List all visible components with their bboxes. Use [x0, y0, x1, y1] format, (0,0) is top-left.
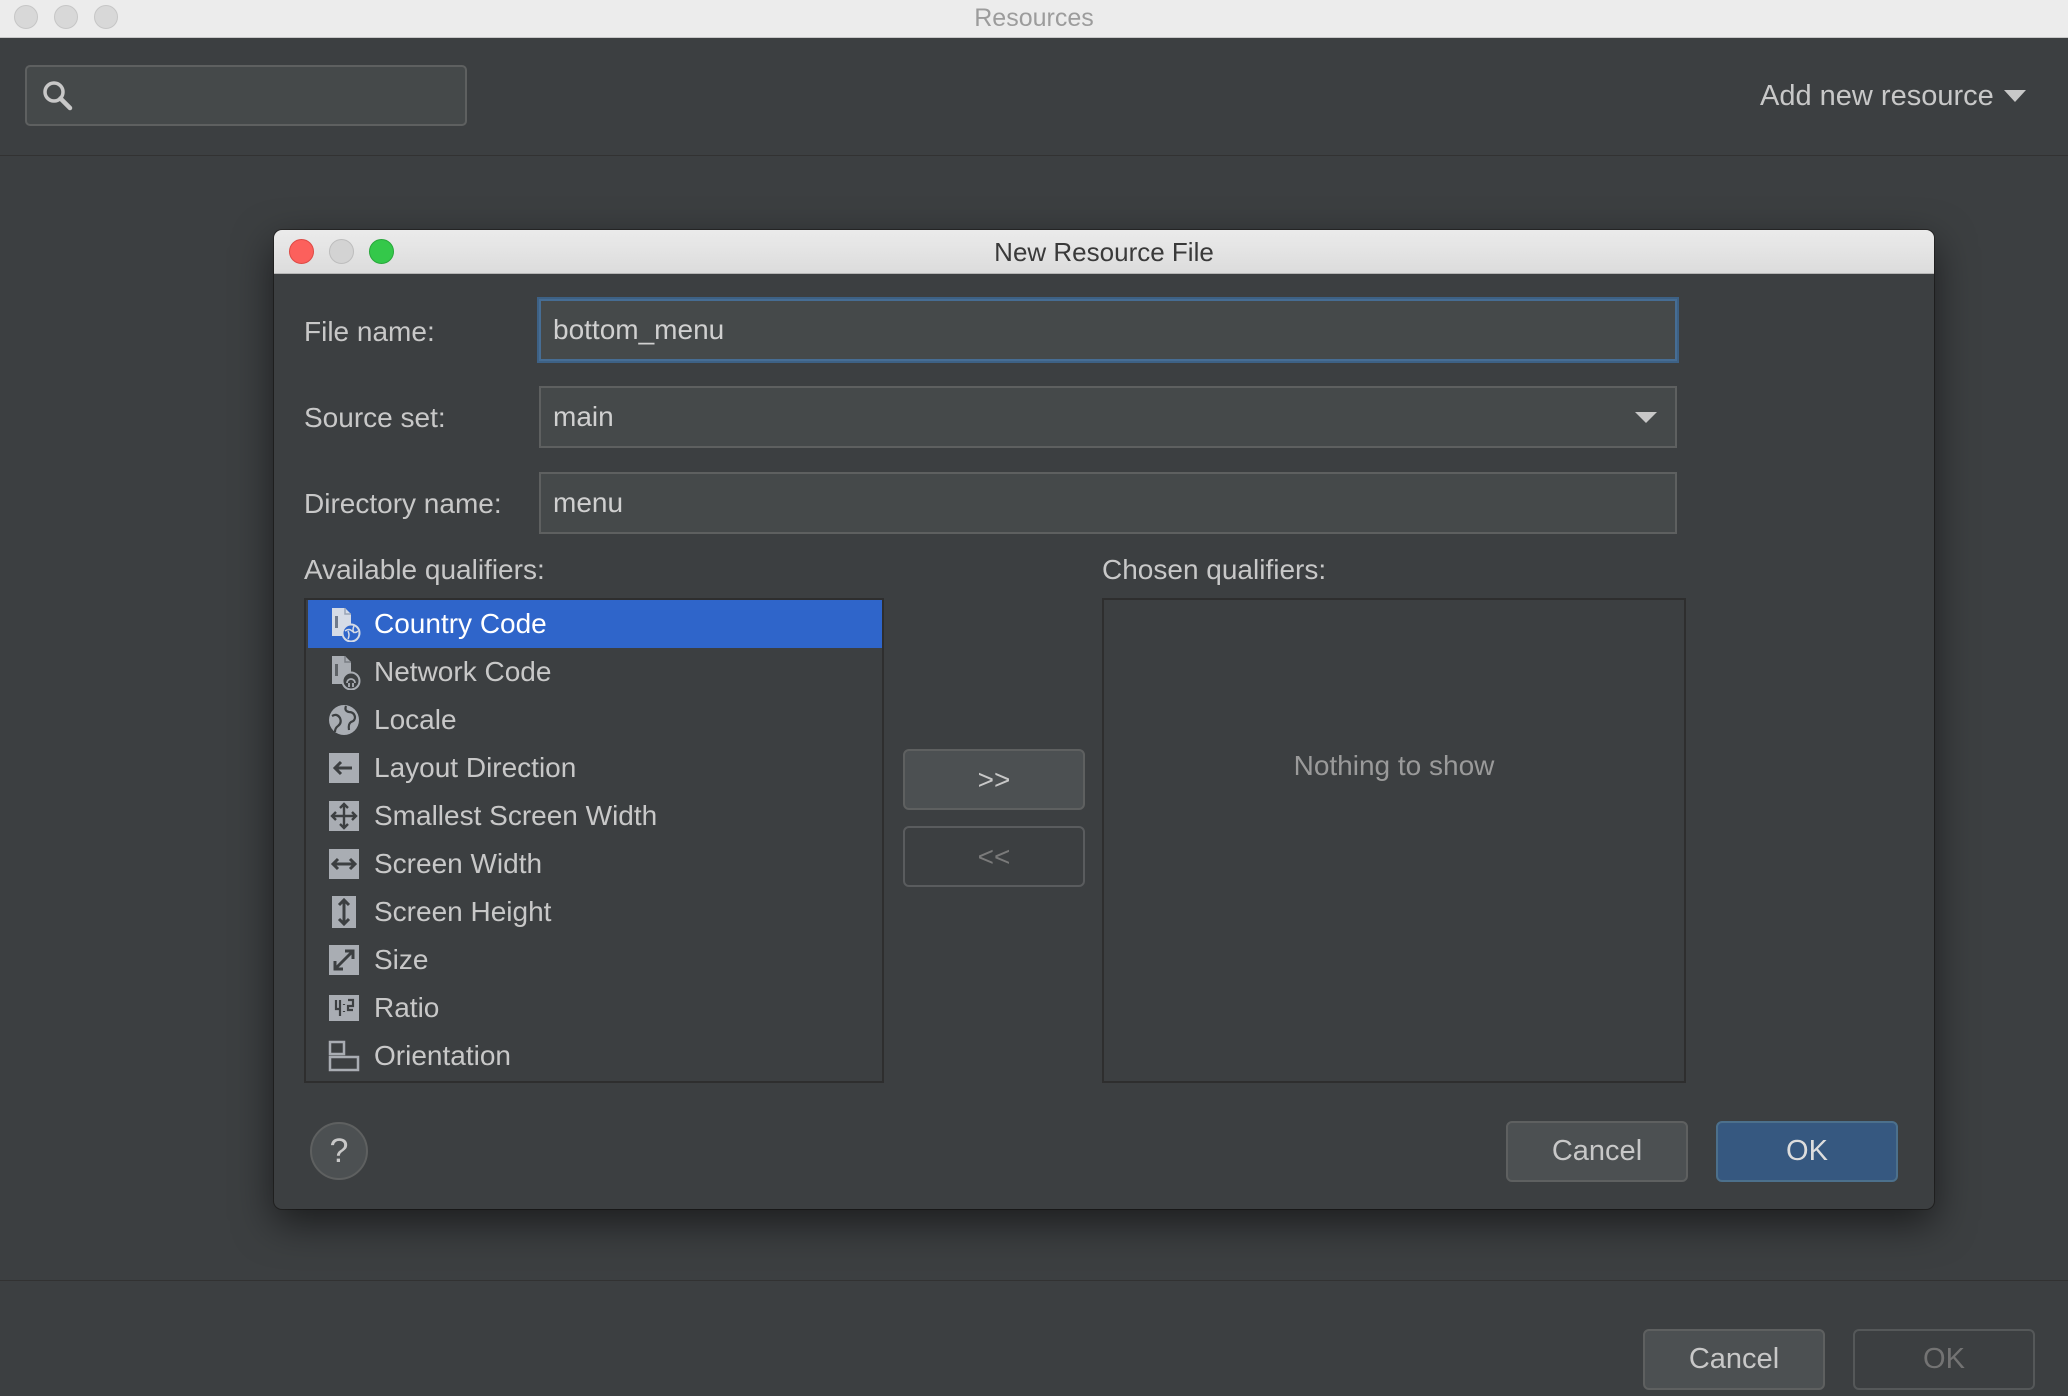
resources-footer: Cancel OK	[0, 1280, 2068, 1396]
list-item-country-code[interactable]: Country Code	[308, 600, 882, 648]
file-name-label: File name:	[304, 316, 435, 347]
list-item-label: Country Code	[374, 608, 547, 639]
list-item-label: Locale	[374, 704, 457, 735]
list-item-label: Layout Direction	[374, 752, 577, 783]
list-item-network-code[interactable]: Network Code	[308, 648, 882, 696]
chevron-down-icon	[2003, 90, 2026, 102]
add-new-resource-label: Add new resource	[1760, 80, 1994, 112]
chosen-qualifiers-list[interactable]: Nothing to show	[1102, 598, 1686, 1083]
list-item-label: Smallest Screen Width	[374, 800, 658, 831]
orientation-icon	[328, 1040, 360, 1072]
layout-direction-icon	[329, 753, 359, 783]
list-item-smallest-screen-width[interactable]: Smallest Screen Width	[308, 792, 882, 840]
directory-name-label: Directory name:	[304, 488, 502, 519]
available-qualifiers-list[interactable]: Country Code Network Code Locale Layout …	[304, 598, 884, 1083]
search-box[interactable]	[25, 65, 467, 126]
add-new-resource-button[interactable]: Add new resource	[1760, 76, 2026, 116]
smallest-width-icon	[329, 801, 359, 831]
window-title: Resources	[974, 4, 1094, 32]
remove-qualifier-button[interactable]: <<	[903, 826, 1085, 887]
list-item-label: Screen Height	[374, 896, 552, 927]
ratio-icon	[329, 995, 359, 1021]
dialog-ok-button[interactable]: OK	[1716, 1121, 1898, 1182]
size-icon	[329, 945, 359, 975]
directory-name-field[interactable]: menu	[539, 472, 1677, 534]
resources-cancel-button[interactable]: Cancel	[1643, 1329, 1825, 1390]
chevron-down-icon	[1635, 412, 1657, 423]
globe-icon	[329, 705, 359, 735]
list-item-label: Orientation	[374, 1040, 511, 1071]
dialog-titlebar: New Resource File	[274, 230, 1934, 274]
dialog-cancel-button[interactable]: Cancel	[1506, 1121, 1688, 1182]
list-item-ratio[interactable]: Ratio	[308, 984, 882, 1032]
source-set-label: Source set:	[304, 402, 446, 433]
screen-width-icon	[329, 849, 359, 879]
window-titlebar: Resources	[0, 0, 2068, 38]
chosen-qualifiers-label: Chosen qualifiers:	[1102, 554, 1327, 585]
list-item-screen-height[interactable]: Screen Height	[308, 888, 882, 936]
list-item-label: Screen Width	[374, 848, 543, 879]
screen-height-icon	[332, 896, 356, 928]
directory-name-value: menu	[553, 487, 624, 518]
resources-ok-button[interactable]: OK	[1853, 1329, 2035, 1390]
help-button[interactable]: ?	[310, 1122, 368, 1180]
list-item-orientation[interactable]: Orientation	[308, 1032, 882, 1080]
file-name-value: bottom_menu	[553, 314, 725, 345]
search-input[interactable]	[89, 73, 457, 117]
network-code-icon	[332, 656, 361, 690]
list-item-label: Size	[374, 944, 429, 975]
new-resource-file-dialog: New Resource File File name: bottom_menu…	[274, 230, 1934, 1209]
available-qualifiers-label: Available qualifiers:	[304, 554, 545, 585]
list-item-label: Ratio	[374, 992, 440, 1023]
file-name-field[interactable]: bottom_menu	[539, 299, 1677, 361]
source-set-dropdown[interactable]: main	[539, 386, 1677, 448]
resources-toolbar: Add new resource	[0, 38, 2068, 156]
list-item-locale[interactable]: Locale	[308, 696, 882, 744]
empty-state-text: Nothing to show	[1293, 750, 1495, 781]
add-qualifier-button[interactable]: >>	[903, 749, 1085, 810]
list-item-screen-width[interactable]: Screen Width	[308, 840, 882, 888]
search-icon	[43, 81, 73, 111]
country-code-icon	[332, 608, 361, 642]
source-set-value: main	[553, 401, 614, 432]
dialog-title: New Resource File	[994, 237, 1214, 267]
list-item-label: Network Code	[374, 656, 552, 687]
list-item-layout-direction[interactable]: Layout Direction	[308, 744, 882, 792]
list-item-size[interactable]: Size	[308, 936, 882, 984]
